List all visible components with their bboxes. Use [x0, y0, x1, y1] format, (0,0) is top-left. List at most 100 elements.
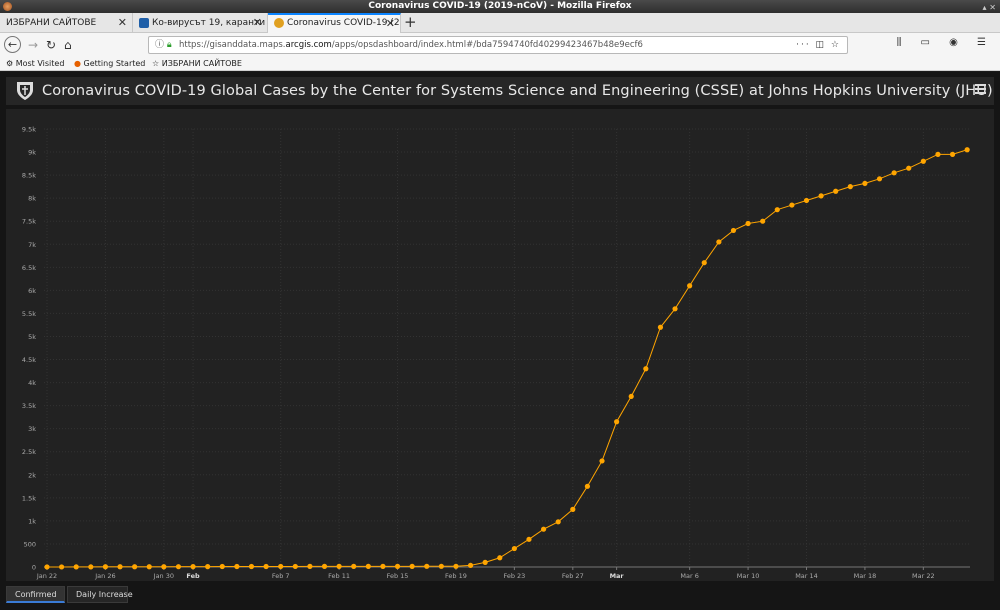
- data-point: [555, 519, 561, 525]
- tab-label: Daily Increase: [76, 590, 133, 599]
- data-point: [336, 563, 342, 570]
- data-point: [614, 419, 620, 425]
- tab-favorites[interactable]: ИЗБРАНИ САЙТОВЕ ✕: [0, 13, 133, 33]
- data-point: [482, 559, 488, 565]
- new-tab-icon[interactable]: +: [404, 13, 417, 32]
- x-tick-label: Mar 10: [737, 572, 760, 580]
- y-tick-label: 6k: [28, 287, 36, 295]
- tab-confirmed[interactable]: Confirmed: [6, 586, 65, 603]
- bookmark-getting-started[interactable]: ● Getting Started: [74, 57, 145, 70]
- tab-strip: ИЗБРАНИ САЙТОВЕ ✕ Ко-вирусът 19, каранти…: [0, 13, 1000, 33]
- dashboard-header: Coronavirus COVID-19 Global Cases by the…: [6, 77, 994, 105]
- y-tick-label: 500: [24, 540, 36, 548]
- url-prefix: https://gisanddata.maps.: [179, 40, 286, 50]
- firefox-icon: ●: [74, 59, 81, 68]
- tab-dashboard[interactable]: Coronavirus COVID-19 (2 ✕: [268, 13, 401, 33]
- site-favicon-icon: [139, 17, 149, 28]
- close-icon[interactable]: ✕: [386, 15, 395, 32]
- data-point: [540, 526, 547, 532]
- data-point: [263, 563, 269, 570]
- data-point: [73, 564, 79, 570]
- data-point: [730, 227, 737, 234]
- x-tick-label: Feb 27: [562, 572, 584, 580]
- data-point: [862, 180, 868, 187]
- data-point: [146, 564, 152, 570]
- site-info-icon[interactable]: ⓘ 🔒︎: [155, 37, 172, 53]
- series-line: [47, 149, 968, 568]
- arcgis-favicon-icon: [274, 17, 284, 28]
- x-tick-label: Jan 26: [94, 572, 115, 580]
- close-icon[interactable]: ✕: [118, 13, 127, 33]
- reload-icon[interactable]: ↻: [46, 37, 56, 53]
- data-point: [774, 207, 780, 213]
- data-point: [745, 220, 751, 227]
- y-tick-label: 5k: [28, 333, 36, 341]
- tab-daily-increase[interactable]: Daily Increase: [67, 586, 133, 603]
- data-point: [234, 563, 240, 570]
- data-point: [321, 563, 328, 570]
- toolbar-icons[interactable]: ⫼ ▭ ◉ ☰: [897, 37, 994, 48]
- home-icon[interactable]: ⌂: [64, 37, 72, 53]
- y-tick-label: 3k: [28, 425, 36, 433]
- x-tick-label: Mar 14: [795, 572, 818, 580]
- bookmark-label: Getting Started: [83, 59, 146, 68]
- data-point: [132, 564, 138, 570]
- forward-arrow-icon[interactable]: →: [28, 37, 38, 53]
- menu-icon[interactable]: [975, 84, 986, 94]
- data-point: [278, 563, 284, 570]
- x-tick-label: Jan 30: [153, 572, 174, 580]
- bookmark-favorites[interactable]: ☆ ИЗБРАНИ САЙТОВЕ: [152, 57, 242, 70]
- data-point: [102, 564, 109, 570]
- data-point: [906, 165, 912, 171]
- data-point: [949, 151, 956, 157]
- data-point: [88, 564, 94, 570]
- data-point: [818, 193, 824, 199]
- y-tick-label: 2k: [28, 471, 36, 479]
- close-icon[interactable]: ✕: [253, 13, 262, 33]
- data-point: [657, 324, 664, 330]
- data-point: [847, 184, 853, 190]
- page-actions-icon[interactable]: ··· ◫ ☆: [796, 37, 841, 53]
- data-point: [789, 202, 795, 208]
- back-arrow-icon[interactable]: ←: [4, 36, 21, 53]
- jhu-shield-icon: [17, 82, 33, 100]
- data-point: [438, 563, 444, 569]
- bookmarks-toolbar: ⚙ Most Visited ● Getting Started ☆ ИЗБРА…: [0, 57, 1000, 71]
- data-point: [161, 564, 167, 570]
- x-tick-label: Feb 19: [445, 572, 467, 580]
- x-tick-label: Feb 23: [503, 572, 525, 580]
- dashboard-title: Coronavirus COVID-19 Global Cases by the…: [42, 83, 993, 99]
- url-path: /apps/opsdashboard/index.html#/bda759474…: [331, 40, 643, 50]
- x-tick-label: Mar 22: [912, 572, 935, 580]
- bookmark-label: ИЗБРАНИ САЙТОВЕ: [161, 59, 242, 68]
- y-tick-label: 3.5k: [22, 402, 36, 410]
- url-domain: arcgis.com: [285, 40, 332, 50]
- address-bar[interactable]: ⓘ 🔒︎ https://gisanddata.maps.arcgis.com/…: [148, 36, 848, 54]
- data-point: [44, 564, 50, 570]
- data-point: [190, 564, 196, 570]
- tab-label: ИЗБРАНИ САЙТОВЕ: [6, 18, 97, 28]
- data-point: [175, 564, 182, 570]
- data-point: [584, 483, 591, 489]
- data-point: [365, 563, 371, 570]
- bookmark-label: Most Visited: [15, 59, 65, 68]
- gear-icon: ⚙: [6, 59, 14, 68]
- data-point: [701, 260, 707, 266]
- data-point: [248, 563, 255, 570]
- tab-label: Coronavirus COVID-19 (2: [287, 18, 400, 28]
- star-icon: ☆: [152, 59, 160, 68]
- app-menu-icon[interactable]: [3, 2, 12, 11]
- tab-label: Ко-вирусът 19, каранти: [152, 18, 266, 28]
- chart-panel: 0 500 1k 1.5k 2k 2.5k 3k 3.5k 4k 4.5k 5k 5.5k 6k 6.5k…: [6, 109, 994, 581]
- bookmark-most-visited[interactable]: ⚙ Most Visited: [6, 57, 64, 70]
- y-tick-label: 4.5k: [22, 356, 36, 364]
- dashboard: Coronavirus COVID-19 Global Cases by the…: [0, 72, 1000, 610]
- data-point: [876, 176, 883, 182]
- y-tick-label: 2.5k: [22, 448, 36, 456]
- data-point: [511, 545, 517, 552]
- data-point: [920, 158, 926, 164]
- tab-article[interactable]: Ко-вирусът 19, каранти ✕: [133, 13, 268, 33]
- y-tick-label: 8.5k: [22, 172, 36, 180]
- data-point: [307, 563, 313, 570]
- data-point: [760, 218, 766, 224]
